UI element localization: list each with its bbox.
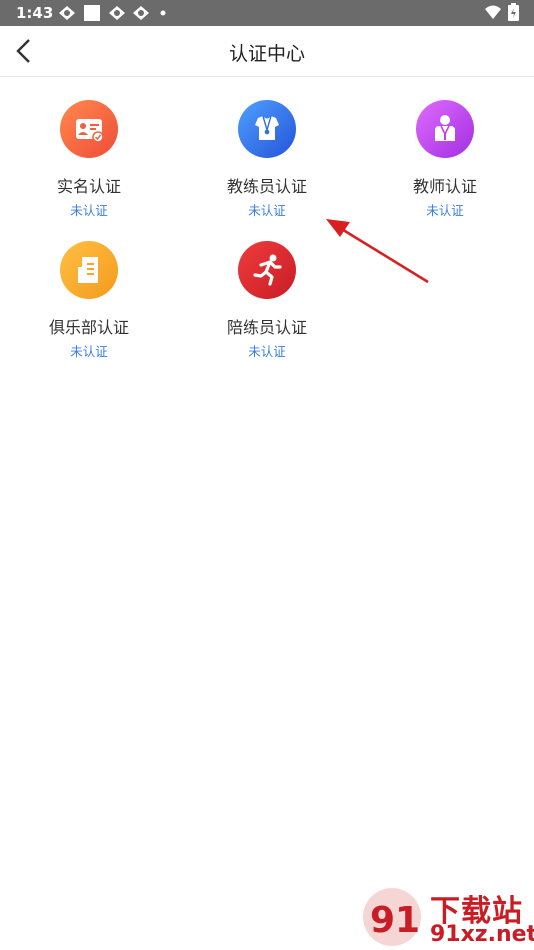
annotation-arrow-icon bbox=[326, 219, 429, 284]
status-time: 1:43 bbox=[16, 4, 54, 22]
app-notification-icon-3 bbox=[133, 6, 149, 20]
club-building-icon bbox=[60, 241, 118, 299]
watermark: 91 下载站 91xz.net bbox=[360, 884, 534, 950]
cert-item-real-name[interactable]: 实名认证 未认证 bbox=[9, 100, 169, 235]
cert-label: 教师认证 bbox=[412, 177, 477, 196]
wifi-icon bbox=[485, 5, 501, 19]
runner-icon bbox=[238, 241, 296, 299]
cert-status: 未认证 bbox=[70, 344, 108, 359]
watermark-logo-icon: 91 bbox=[363, 888, 421, 946]
teacher-icon bbox=[416, 100, 474, 158]
watermark-logo-text: 91 bbox=[370, 900, 420, 941]
app-notification-icon bbox=[59, 6, 75, 20]
page-title: 认证中心 bbox=[228, 43, 305, 65]
watermark-brand-en: 91xz.net bbox=[430, 922, 534, 947]
battery-icon bbox=[508, 3, 519, 21]
cert-label: 教练员认证 bbox=[226, 177, 307, 196]
cert-label: 俱乐部认证 bbox=[48, 318, 129, 337]
square-notification-icon bbox=[84, 5, 100, 21]
cert-status: 未认证 bbox=[70, 203, 108, 218]
coach-shirt-icon bbox=[238, 100, 296, 158]
more-notifications-dot-icon bbox=[160, 10, 166, 16]
status-bar: 1:43 bbox=[0, 0, 534, 26]
cert-item-club[interactable]: 俱乐部认证 未认证 bbox=[9, 241, 169, 376]
id-card-icon bbox=[60, 100, 118, 158]
cert-label: 陪练员认证 bbox=[226, 318, 307, 337]
app-notification-icon-2 bbox=[109, 6, 125, 20]
app-bar: 认证中心 bbox=[0, 26, 534, 77]
cert-status: 未认证 bbox=[248, 344, 286, 359]
cert-label: 实名认证 bbox=[56, 177, 121, 196]
